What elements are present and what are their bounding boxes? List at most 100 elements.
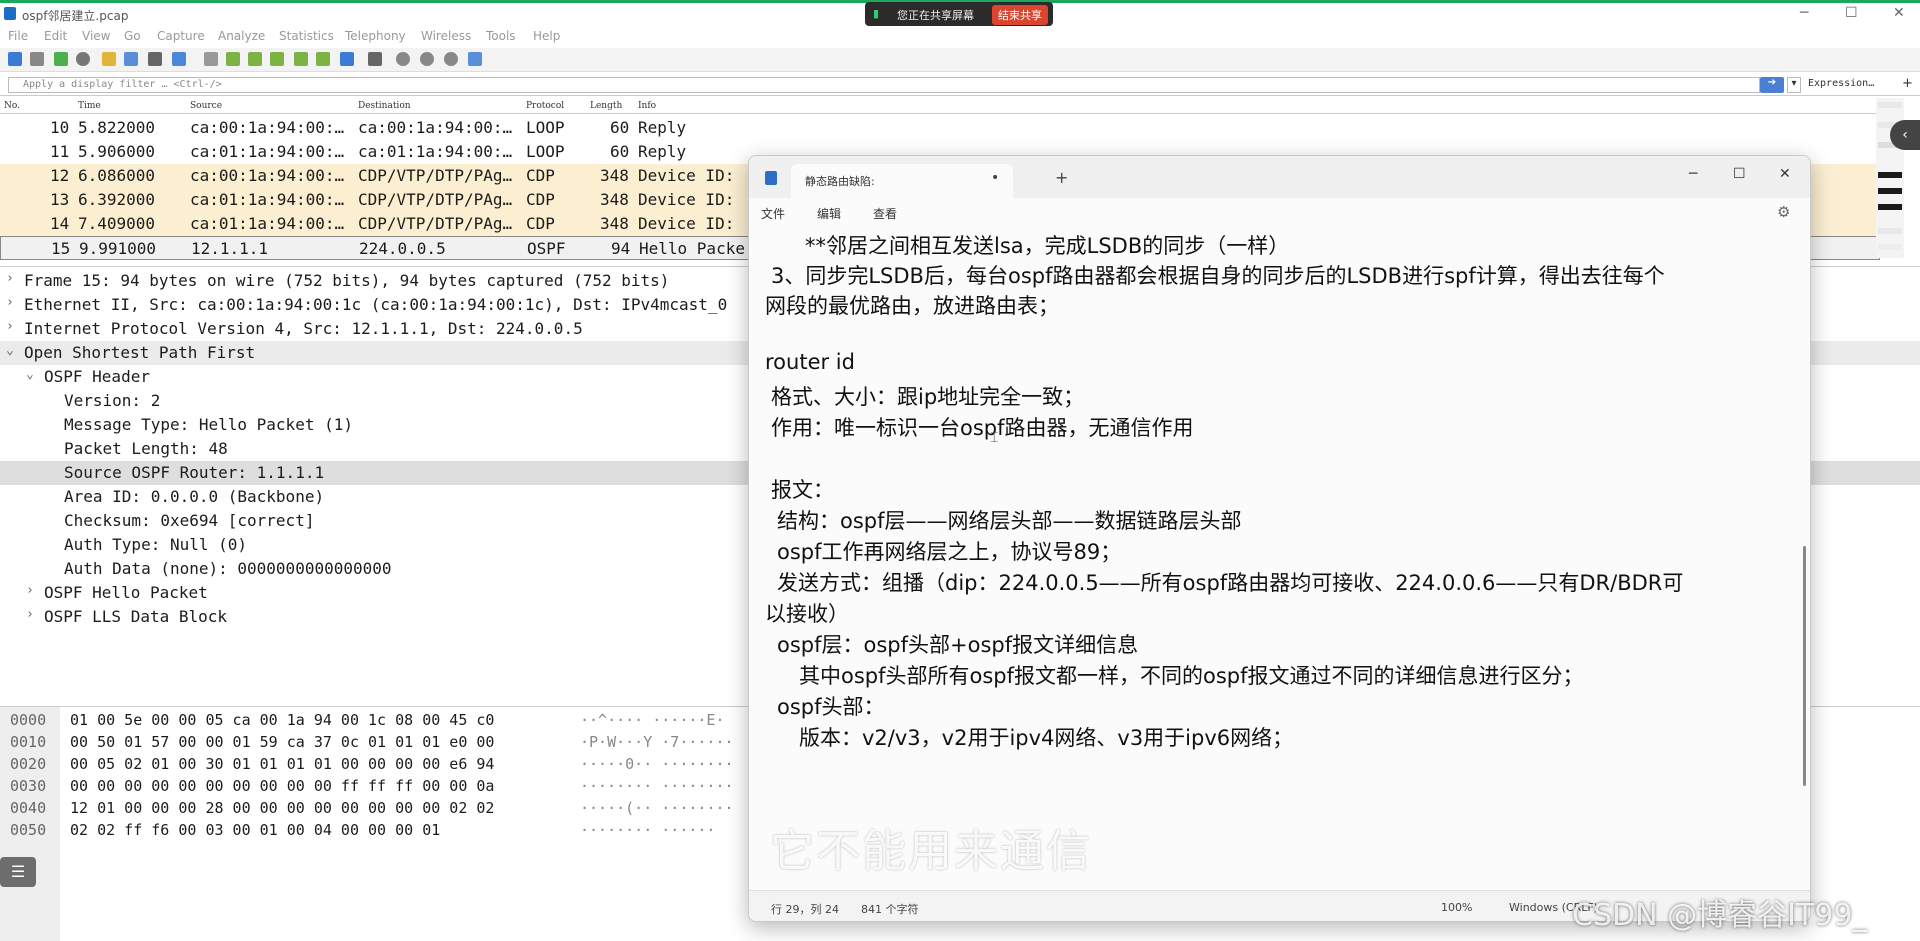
close-icon[interactable]: ✕ [1893, 5, 1905, 21]
notepad-minimize-icon[interactable]: ─ [1689, 166, 1697, 182]
packet-length: 348 [600, 190, 629, 209]
zoom-in-icon[interactable] [396, 52, 410, 66]
notepad-maximize-icon[interactable]: ☐ [1733, 166, 1746, 182]
notepad-tab[interactable]: 静态路由缺陷: • [791, 164, 1013, 198]
video-subtitle: 它不能用来通信 [770, 826, 1092, 877]
autoscroll-icon[interactable] [340, 52, 354, 66]
col-protocol[interactable]: Protocol [526, 101, 564, 111]
mouse-cursor-icon: ⌶ [990, 430, 999, 446]
open-file-icon[interactable] [102, 52, 116, 66]
detail-text: OSPF Header [44, 367, 150, 386]
notepad-text-area[interactable]: **邻居之间相互发送lsa，完成LSDB的同步（一样） 3、同步完LSDB后，每… [749, 226, 1810, 870]
col-length[interactable]: Length [590, 101, 622, 111]
signal-icon: ▮ [873, 7, 880, 20]
collapse-icon[interactable]: ⌄ [26, 367, 34, 382]
notepad-window: 静态路由缺陷: • + ─ ☐ ✕ 文件 编辑 查看 ⚙ **邻居之间相互发送l… [748, 155, 1811, 922]
packet-row[interactable]: 10 5.822000 ca:00:1a:94:00:… ca:00:1a:94… [0, 116, 1880, 140]
notepad-menu-file[interactable]: 文件 [761, 205, 785, 222]
text-line: 报文： [771, 478, 834, 502]
menu-wireless[interactable]: Wireless [421, 29, 471, 43]
expand-icon[interactable]: › [6, 271, 14, 286]
capture-options-icon[interactable] [76, 52, 90, 66]
menu-help[interactable]: Help [533, 29, 560, 43]
save-file-icon[interactable] [124, 52, 138, 66]
expand-icon[interactable]: › [6, 319, 14, 334]
detail-text: Ethernet II, Src: ca:00:1a:94:00:1c (ca:… [24, 295, 728, 314]
packet-no: 14 [50, 214, 70, 233]
menu-file[interactable]: File [8, 29, 28, 43]
last-packet-icon[interactable] [316, 52, 330, 66]
packet-time: 6.392000 [78, 190, 156, 209]
apply-filter-button[interactable]: ➔ [1760, 77, 1784, 93]
packet-destination: CDP/VTP/DTP/PAg… [358, 166, 513, 185]
zoom-level[interactable]: 100% [1441, 901, 1472, 914]
col-no[interactable]: No. [4, 101, 20, 111]
unsaved-dot-icon[interactable]: • [991, 170, 999, 186]
text-line: 网段的最优路由，放进路由表； [765, 294, 1059, 318]
packet-no: 11 [50, 142, 70, 161]
notepad-close-icon[interactable]: ✕ [1779, 166, 1791, 182]
expression-button[interactable]: Expression… [1808, 78, 1874, 89]
menu-capture[interactable]: Capture [157, 29, 205, 43]
add-filter-button[interactable]: + [1902, 76, 1913, 91]
col-info[interactable]: Info [638, 101, 656, 111]
reload-icon[interactable] [172, 52, 186, 66]
maximize-icon[interactable]: ☐ [1845, 5, 1858, 21]
filter-history-dropdown[interactable]: ▾ [1787, 77, 1801, 93]
close-file-icon[interactable] [148, 52, 162, 66]
menu-tools[interactable]: Tools [486, 29, 516, 43]
menu-analyze[interactable]: Analyze [218, 29, 265, 43]
go-to-packet-icon[interactable] [270, 52, 284, 66]
packet-info: Reply [638, 118, 687, 137]
packet-protocol: CDP [526, 166, 555, 185]
expand-icon[interactable]: › [6, 295, 14, 310]
detail-text: Internet Protocol Version 4, Src: 12.1.1… [24, 319, 583, 338]
menu-go[interactable]: Go [124, 29, 141, 43]
new-tab-icon[interactable]: + [1055, 168, 1068, 187]
list-icon[interactable]: ☰ [0, 857, 36, 887]
find-packet-icon[interactable] [204, 52, 218, 66]
col-destination[interactable]: Destination [358, 101, 411, 111]
stop-capture-icon[interactable] [30, 52, 44, 66]
go-forward-icon[interactable] [248, 52, 262, 66]
display-filter-bar: Apply a display filter … <Ctrl-/> ➔ ▾ Ex… [0, 74, 1920, 96]
packet-source: ca:01:1a:94:00:… [190, 214, 345, 233]
notepad-menu-view[interactable]: 查看 [873, 205, 897, 222]
start-capture-icon[interactable] [8, 52, 22, 66]
resize-columns-icon[interactable] [468, 52, 482, 66]
notepad-scrollbar[interactable] [1803, 546, 1806, 786]
hex-ascii: ·····(·· ········ [580, 799, 734, 817]
col-source[interactable]: Source [190, 101, 222, 111]
stop-share-button[interactable]: 结束共享 [992, 5, 1048, 25]
detail-text: OSPF LLS Data Block [44, 607, 228, 626]
first-packet-icon[interactable] [294, 52, 308, 66]
packet-length: 60 [610, 142, 630, 161]
packet-protocol: CDP [526, 214, 555, 233]
menu-telephony[interactable]: Telephony [345, 29, 406, 43]
minimize-icon[interactable]: ─ [1800, 5, 1808, 21]
zoom-out-icon[interactable] [420, 52, 434, 66]
hex-ascii: ··^···· ······E· [580, 711, 725, 729]
menu-view[interactable]: View [82, 29, 110, 43]
detail-text: Frame 15: 94 bytes on wire (752 bits), 9… [24, 271, 670, 290]
expand-icon[interactable]: › [26, 607, 34, 622]
expand-icon[interactable]: › [26, 583, 34, 598]
menu-statistics[interactable]: Statistics [279, 29, 334, 43]
menu-edit[interactable]: Edit [44, 29, 67, 43]
side-panel-toggle-icon[interactable]: ‹ [1890, 120, 1920, 150]
restart-capture-icon[interactable] [54, 52, 68, 66]
detail-text: OSPF Hello Packet [44, 583, 208, 602]
packet-time: 7.409000 [78, 214, 156, 233]
colorize-icon[interactable] [368, 52, 382, 66]
notepad-menu-edit[interactable]: 编辑 [817, 205, 841, 222]
go-back-icon[interactable] [226, 52, 240, 66]
col-time[interactable]: Time [78, 101, 101, 111]
notepad-tab-strip: 静态路由缺陷: • + ─ ☐ ✕ [749, 156, 1810, 198]
packet-info: Hello Packe [639, 239, 745, 258]
collapse-icon[interactable]: ⌄ [6, 343, 14, 358]
hex-bytes: 12 01 00 00 00 28 00 00 00 00 00 00 00 0… [70, 799, 495, 817]
normal-size-icon[interactable] [444, 52, 458, 66]
text-line: **邻居之间相互发送lsa，完成LSDB的同步（一样） [805, 234, 1290, 258]
display-filter-input[interactable]: Apply a display filter … <Ctrl-/> [8, 77, 1760, 93]
settings-gear-icon[interactable]: ⚙ [1777, 203, 1790, 221]
